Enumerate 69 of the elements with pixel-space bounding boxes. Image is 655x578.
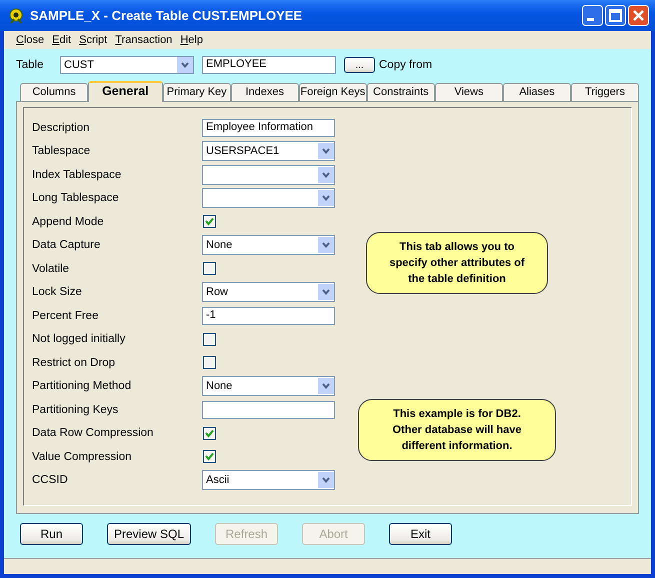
field-label: Restrict on Drop	[32, 356, 116, 369]
checkbox[interactable]	[203, 215, 216, 228]
field-label: Partitioning Method	[32, 380, 132, 392]
caret-icon[interactable]	[321, 381, 331, 392]
table-name-field[interactable]: EMPLOYEE	[202, 56, 336, 74]
tab[interactable]: Views	[434, 83, 503, 101]
field-label: Description	[32, 122, 91, 134]
checkbox[interactable]	[203, 356, 216, 370]
callout-note: This example is for DB2. Other database will have different information.	[358, 399, 556, 461]
field-label: Percent Free	[32, 310, 100, 322]
schema-dropdown[interactable]: CUST	[60, 56, 194, 74]
maximize-icon[interactable]	[605, 5, 626, 26]
action-button[interactable]: Run	[20, 523, 83, 545]
field-label: CCSID	[32, 474, 69, 486]
tab[interactable]: General	[88, 81, 163, 102]
field-label: Value Compression	[32, 450, 133, 463]
tab[interactable]: Primary Key	[162, 83, 231, 101]
tab[interactable]: Columns	[20, 83, 88, 101]
checkbox[interactable]	[203, 426, 216, 440]
caret-icon[interactable]	[321, 287, 331, 298]
field-label: Data Capture	[32, 239, 102, 252]
field-label: Partitioning Keys	[32, 404, 120, 416]
field-label: Lock Size	[32, 286, 83, 298]
checkbox[interactable]	[203, 332, 216, 346]
field-label: Data Row Compression	[32, 427, 154, 440]
caret-icon[interactable]	[321, 170, 331, 180]
tab[interactable]: Foreign Keys	[298, 83, 367, 101]
menu-item[interactable]: Script	[75, 34, 112, 46]
caret-icon[interactable]	[321, 240, 331, 250]
tab[interactable]: Aliases	[502, 83, 571, 101]
caret-icon[interactable]	[180, 60, 190, 70]
checkbox[interactable]	[203, 262, 216, 276]
minimize-icon[interactable]	[582, 5, 603, 26]
action-button[interactable]: Exit	[389, 523, 452, 545]
tab[interactable]: Indexes	[230, 83, 299, 101]
field-label: Long Tablespace	[32, 192, 120, 204]
menu-item[interactable]: Edit	[48, 34, 76, 46]
field-label: Not logged initially	[32, 333, 126, 346]
field-label: Volatile	[32, 262, 70, 275]
caret-icon[interactable]	[321, 193, 331, 204]
field-label: Tablespace	[32, 145, 92, 158]
tab[interactable]: Triggers	[570, 83, 640, 101]
dropdown[interactable]: USERSPACE1	[202, 141, 335, 162]
field-label: Index Tablespace	[32, 168, 122, 181]
copy-from-label: Copy from	[379, 59, 432, 71]
dropdown[interactable]: Ascii	[202, 470, 335, 490]
tab[interactable]: Constraints	[366, 83, 435, 101]
menu-item[interactable]: Transaction	[111, 34, 176, 46]
callout-note: This tab allows you to specify other attributes of the table definition	[366, 232, 548, 294]
field-label: Append Mode	[32, 216, 105, 228]
text-field[interactable]	[202, 400, 335, 419]
browse-button[interactable]: ...	[344, 57, 375, 73]
dropdown[interactable]	[202, 164, 335, 185]
text-field[interactable]: -1	[202, 306, 335, 325]
checkbox[interactable]	[203, 450, 216, 464]
dropdown[interactable]: None	[202, 376, 335, 396]
window-title: SAMPLE_X - Create Table CUST.EMPLOYEE	[30, 8, 304, 23]
menu-item[interactable]: Help	[176, 34, 207, 46]
caret-icon[interactable]	[321, 475, 331, 486]
dropdown[interactable]	[202, 188, 335, 208]
menu-item[interactable]: Close	[12, 34, 48, 46]
dropdown[interactable]: None	[202, 235, 335, 256]
action-button[interactable]: Preview SQL	[107, 523, 192, 545]
caret-icon[interactable]	[321, 146, 331, 156]
close-icon[interactable]	[628, 5, 649, 26]
dropdown[interactable]: Row	[202, 282, 335, 302]
table-label: Table	[16, 59, 44, 71]
text-field[interactable]: Employee Information	[202, 118, 335, 137]
app-icon	[8, 8, 24, 24]
